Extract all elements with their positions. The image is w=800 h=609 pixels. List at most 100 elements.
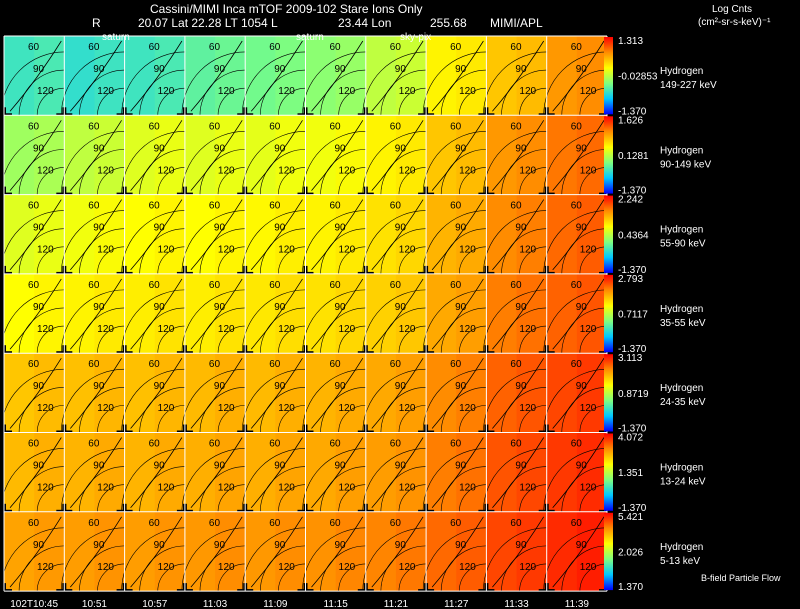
row-energy-label: 90-149 keV: [660, 159, 711, 170]
contour-label: 120: [519, 86, 536, 97]
overlay-label: saturn: [102, 32, 130, 43]
row-species-label: Hydrogen: [660, 145, 703, 156]
contour-label: 60: [450, 280, 462, 291]
contour-label: 90: [154, 64, 166, 75]
contour-label: 60: [571, 359, 583, 370]
contour-label: 90: [455, 64, 467, 75]
contour-label: 90: [515, 381, 527, 392]
contour-label: 120: [459, 165, 476, 176]
contour-label: 120: [278, 165, 295, 176]
contour-label: 90: [576, 540, 588, 551]
contour-label: 60: [209, 439, 221, 450]
contour-label: 120: [339, 245, 356, 256]
contour-label: 90: [214, 143, 226, 154]
contour-label: 120: [97, 86, 114, 97]
contour-label: 90: [455, 302, 467, 313]
contour-label: 120: [218, 86, 235, 97]
contour-label: 120: [339, 324, 356, 335]
contour-label: 90: [154, 540, 166, 551]
contour-label: 90: [33, 143, 45, 154]
contour-label: 60: [269, 359, 281, 370]
contour-label: 90: [515, 302, 527, 313]
contour-label: 120: [339, 165, 356, 176]
contour-label: 90: [214, 540, 226, 551]
contour-label: 60: [149, 359, 161, 370]
contour-label: 90: [515, 143, 527, 154]
contour-label: 60: [28, 42, 40, 53]
contour-label: 120: [580, 86, 597, 97]
contour-label: 120: [97, 324, 114, 335]
colorbar-mid-label: 2.026: [618, 547, 643, 558]
colorbar-max-label: 5.421: [618, 512, 643, 523]
row-species-label: Hydrogen: [660, 542, 703, 553]
contour-label: 90: [515, 223, 527, 234]
contour-label: 60: [450, 518, 462, 529]
contour-label: 60: [209, 201, 221, 212]
contour-label: 60: [269, 280, 281, 291]
x-tick-label: 10:51: [82, 599, 107, 609]
contour-label: 60: [450, 201, 462, 212]
contour-label: 120: [97, 403, 114, 414]
colorbar-mid-label: 0.7117: [618, 310, 648, 321]
x-tick-label: 11:33: [504, 599, 529, 609]
contour-label: 120: [399, 324, 416, 335]
contour-label: 90: [576, 302, 588, 313]
contour-label: 120: [37, 165, 54, 176]
contour-label: 60: [269, 121, 281, 132]
contour-label: 90: [395, 302, 407, 313]
contour-label: 120: [97, 562, 114, 573]
contour-label: 90: [274, 143, 286, 154]
contour-label: 120: [459, 86, 476, 97]
contour-label: 120: [278, 245, 295, 256]
contour-label: 60: [209, 42, 221, 53]
contour-label: 90: [576, 223, 588, 234]
contour-label: 120: [218, 165, 235, 176]
x-tick-label: 11:15: [324, 599, 349, 609]
contour-label: 60: [330, 359, 342, 370]
contour-label: 60: [390, 359, 402, 370]
colorbar-max-label: 1.626: [618, 115, 643, 126]
contour-label: 90: [455, 143, 467, 154]
contour-label: 90: [214, 223, 226, 234]
contour-label: 90: [33, 381, 45, 392]
contour-label: 120: [519, 483, 536, 494]
contour-label: 90: [93, 381, 105, 392]
colorbar-max-label: 4.072: [618, 433, 643, 444]
contour-label: 90: [274, 64, 286, 75]
contour-label: 90: [274, 381, 286, 392]
contour-label: 120: [339, 403, 356, 414]
contour-label: 60: [510, 42, 522, 53]
contour-label: 60: [149, 42, 161, 53]
contour-label: 90: [455, 461, 467, 472]
contour-label: 90: [154, 461, 166, 472]
contour-label: 60: [149, 518, 161, 529]
contour-label: 120: [339, 562, 356, 573]
contour-label: 120: [399, 165, 416, 176]
contour-label: 90: [33, 302, 45, 313]
contour-label: 60: [269, 42, 281, 53]
contour-label: 90: [335, 540, 347, 551]
row-species-label: Hydrogen: [660, 463, 703, 474]
contour-label: 120: [278, 324, 295, 335]
contour-label: 60: [510, 439, 522, 450]
contour-label: 60: [269, 439, 281, 450]
contour-label: 90: [33, 64, 45, 75]
contour-label: 60: [269, 201, 281, 212]
contour-label: 90: [515, 461, 527, 472]
contour-label: 90: [395, 64, 407, 75]
contour-label: 120: [97, 483, 114, 494]
x-tick-label: 11:27: [444, 599, 469, 609]
contour-label: 90: [214, 461, 226, 472]
contour-label: 120: [519, 403, 536, 414]
contour-label: 90: [274, 461, 286, 472]
contour-label: 60: [28, 280, 40, 291]
contour-label: 120: [339, 86, 356, 97]
contour-label: 60: [149, 439, 161, 450]
contour-label: 120: [339, 483, 356, 494]
contour-label: 90: [154, 302, 166, 313]
colorbar-min-label: 1.370: [618, 582, 643, 593]
row-energy-label: 24-35 keV: [660, 397, 706, 408]
contour-label: 90: [455, 381, 467, 392]
contour-label: 60: [28, 359, 40, 370]
contour-label: 90: [455, 223, 467, 234]
